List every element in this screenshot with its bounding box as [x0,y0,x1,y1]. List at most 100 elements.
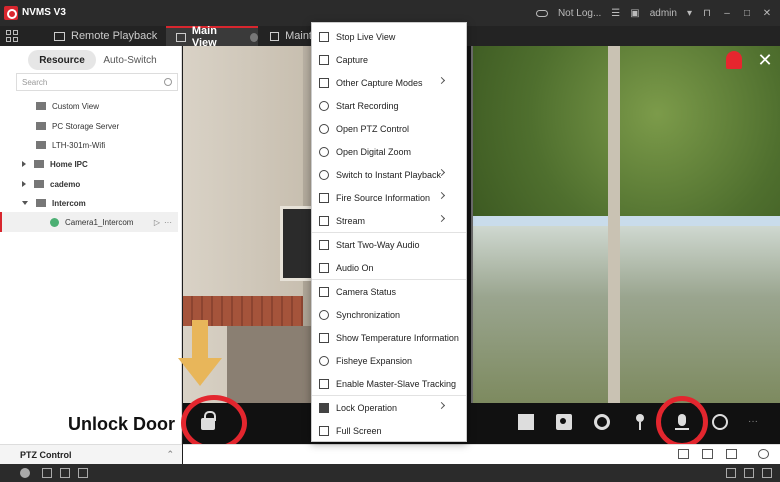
tree-item-intercom[interactable]: Intercom [0,193,182,213]
cloud-status[interactable]: Not Log... [558,8,601,19]
tab-maintenance[interactable]: Maint [260,26,312,46]
expand-arrow-icon[interactable] [22,181,26,187]
stop-live-view-icon[interactable] [518,414,534,430]
more-options-icon[interactable]: ··· [748,416,758,427]
layout-grid-icon[interactable] [678,449,689,459]
segment-auto-switch[interactable]: Auto-Switch [96,50,164,70]
digital-zoom-icon[interactable] [712,414,728,430]
collapse-arrow-icon[interactable] [22,201,28,205]
live-view-area[interactable]: ✕ [183,46,780,403]
tree-item-pc-storage[interactable]: PC Storage Server [0,116,182,136]
tab-label: Maint [285,30,312,42]
menu-item-label: Open Digital Zoom [336,146,412,157]
menu-item-master-slave-tracking[interactable]: Enable Master-Slave Tracking [312,372,466,395]
nvms-logo-icon [4,6,18,20]
menu-item-label: Show Temperature Information [336,332,459,343]
alarm-status-icon[interactable] [20,468,30,478]
menu-item-label: Start Two-Way Audio [336,239,420,250]
capture-icon[interactable] [556,414,572,430]
tree-label: Home IPC [50,159,88,169]
menu-item-fire-source[interactable]: Fire Source Information [312,186,466,209]
menu-item-label: Synchronization [336,309,401,320]
unlock-door-label: Unlock Door [64,414,180,435]
menu-item-start-recording[interactable]: Start Recording [312,94,466,117]
nvms-window: NVMS V3 Not Log... ☰ ▣ admin ▾ ⊓ – □ ✕ R… [0,0,780,482]
menu-item-label: Switch to Instant Playback [336,169,442,180]
search-icon[interactable] [164,78,172,86]
scene-window [280,206,314,281]
menu-item-label: Audio On [336,262,374,273]
tree-label: LTH-301m-Wifi [52,140,106,150]
stream-icon [319,215,329,226]
menu-item-open-ptz[interactable]: Open PTZ Control [312,117,466,140]
stop-icon [319,31,329,42]
tree-item-custom-view[interactable]: Custom View [0,96,182,116]
menu-item-two-way-audio[interactable]: Start Two-Way Audio [312,233,466,256]
storage-icon [36,122,46,130]
alarm-bell-icon[interactable] [726,51,742,69]
view-icon [36,102,46,110]
cloud-icon[interactable] [535,9,548,17]
microphone-icon [319,239,329,250]
chevron-up-icon[interactable] [762,468,772,478]
menu-item-stream[interactable]: Stream [312,209,466,232]
tree-item-lth-wifi[interactable]: LTH-301m-Wifi [0,135,182,155]
menu-item-instant-playback[interactable]: Switch to Instant Playback [312,163,466,186]
play-icon[interactable]: ▷ [154,218,160,227]
ptz-label: PTZ Control [20,450,72,460]
menu-item-camera-status[interactable]: Camera Status [312,280,466,303]
chevron-up-icon[interactable]: ⌃ [166,449,174,460]
tree-item-camera1-intercom[interactable]: Camera1_Intercom ▷ ··· [0,212,178,232]
menu-item-audio-on[interactable]: Audio On [312,256,466,279]
menu-item-full-screen[interactable]: Full Screen [312,419,466,442]
tree-label: Camera1_Intercom [65,217,134,227]
ptz-joystick-icon[interactable] [632,414,648,430]
close-window-icon[interactable]: ✕ [755,50,775,70]
menu-item-label: Stop Live View [336,31,396,42]
menu-item-capture[interactable]: Capture [312,48,466,71]
tab-remote-playback[interactable]: Remote Playback [44,26,164,46]
menu-item-label: Other Capture Modes [336,77,423,88]
tab-label: Remote Playback [71,30,158,42]
chevron-down-icon[interactable]: ▾ [687,8,692,19]
fisheye-icon [319,355,329,366]
camera-icon [319,77,329,88]
delete-icon[interactable] [42,468,52,478]
close-icon[interactable]: ✕ [762,8,772,19]
more-icon[interactable]: ··· [164,218,172,227]
menu-item-other-capture-modes[interactable]: Other Capture Modes [312,71,466,94]
menu-item-lock-operation[interactable]: Lock Operation [312,396,466,419]
expand-arrow-icon[interactable] [22,161,26,167]
layout-window-icon[interactable] [702,449,713,459]
tab-main-view[interactable]: Main View [166,25,258,49]
ptz-control-bar[interactable]: PTZ Control ⌃ [0,444,182,464]
menu-item-label: Fisheye Expansion [336,355,413,366]
user-avatar-icon[interactable]: ▣ [630,8,639,19]
minimize-icon[interactable]: – [722,8,732,19]
maximize-icon[interactable]: □ [742,8,752,19]
app-grid-icon[interactable] [6,30,18,42]
tree-item-cademo[interactable]: cademo [0,174,182,194]
segment-resource[interactable]: Resource [28,50,96,70]
menu-item-stop-live-view[interactable]: Stop Live View [312,25,466,48]
image-icon[interactable] [60,468,70,478]
menu-item-fisheye-expansion[interactable]: Fisheye Expansion [312,349,466,372]
window-restore-icon[interactable] [744,468,754,478]
pin-icon[interactable] [726,468,736,478]
main-view-icon [176,32,186,42]
user-name[interactable]: admin [650,8,677,19]
sound-icon[interactable] [78,468,88,478]
lock-window-icon[interactable]: ⊓ [702,8,712,19]
tree-item-home-ipc[interactable]: Home IPC [0,154,182,174]
tab-close-icon[interactable] [250,32,258,42]
menu-item-temperature-info[interactable]: Show Temperature Information [312,326,466,349]
menu-item-digital-zoom[interactable]: Open Digital Zoom [312,140,466,163]
annotation-circle-mic [656,396,708,448]
record-icon[interactable] [594,414,610,430]
search-input[interactable]: Search [16,73,178,91]
menu-item-synchronization[interactable]: Synchronization [312,303,466,326]
settings-gear-icon[interactable] [758,449,769,459]
menu-item-label: Camera Status [336,286,397,297]
fullscreen-icon[interactable] [726,449,737,459]
menu-list-icon[interactable]: ☰ [611,8,620,19]
